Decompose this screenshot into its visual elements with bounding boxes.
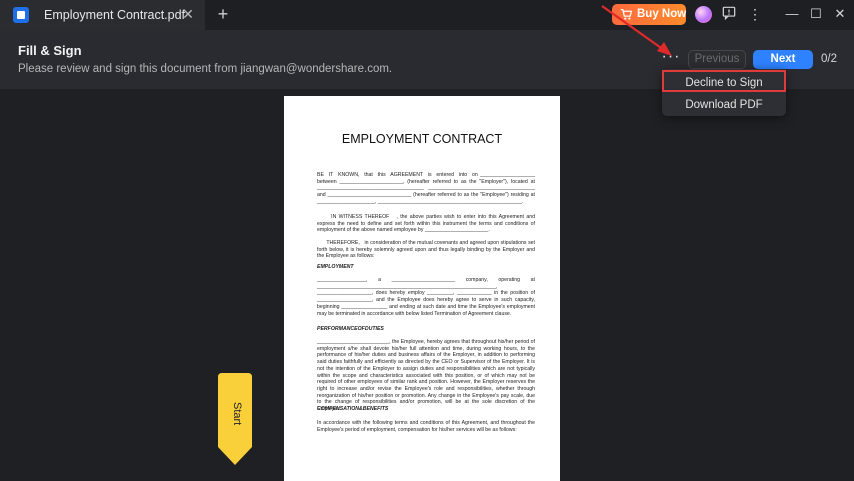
new-tab-button[interactable]: +: [214, 5, 232, 23]
paragraph-performance: _________________________, the Employee,…: [317, 339, 537, 413]
more-actions-menu: Decline to Sign Download PDF: [662, 69, 786, 116]
next-button[interactable]: Next: [753, 50, 813, 69]
title-bar: Employment Contract.pdf ✕ + Buy Now ⋮ — …: [0, 0, 854, 30]
paragraph-therefore: THEREFORE, in consideration of the mutua…: [317, 240, 537, 260]
more-actions-button[interactable]: ···: [661, 49, 681, 66]
buy-now-label: Buy Now: [637, 8, 687, 20]
maximize-button[interactable]: ☐: [808, 5, 824, 23]
buy-now-button[interactable]: Buy Now: [612, 4, 686, 25]
paragraph-parties: BE IT KNOWN, that this AGREEMENT is ente…: [317, 172, 537, 205]
heading-employment: EMPLOYMENT: [317, 264, 354, 270]
document-page: EMPLOYMENT CONTRACT BE IT KNOWN, that th…: [284, 96, 560, 481]
download-pdf-item[interactable]: Download PDF: [662, 94, 786, 116]
start-label: Start: [231, 402, 243, 426]
paragraph-witness: IN WITNESS THEREOF , the above parties w…: [317, 214, 537, 234]
page-counter: 0/2: [821, 53, 837, 65]
cart-icon: [620, 8, 633, 20]
document-tab[interactable]: Employment Contract.pdf ✕: [0, 0, 205, 30]
tab-title: Employment Contract.pdf: [44, 8, 186, 22]
heading-performance: PERFORMANCEOFDUTIES: [317, 326, 384, 332]
paragraph-compensation: In accordance with the following terms a…: [317, 420, 537, 433]
decline-to-sign-item[interactable]: Decline to Sign: [662, 70, 786, 92]
close-window-button[interactable]: ✕: [832, 5, 848, 23]
close-tab-icon[interactable]: ✕: [180, 6, 196, 22]
more-options-icon[interactable]: ⋮: [748, 5, 762, 23]
minimize-button[interactable]: —: [784, 5, 800, 23]
avatar[interactable]: [695, 6, 712, 23]
app-logo-icon: [13, 7, 29, 23]
heading-compensation: COMPENSATION&BENEFITS: [317, 406, 389, 412]
previous-button[interactable]: Previous: [688, 50, 746, 69]
paragraph-employment: _________________, a ___________________…: [317, 277, 537, 317]
message-icon[interactable]: [722, 6, 736, 20]
fill-sign-title: Fill & Sign: [18, 43, 82, 58]
fill-sign-subtitle: Please review and sign this document fro…: [18, 63, 393, 75]
document-title: EMPLOYMENT CONTRACT: [341, 132, 503, 146]
